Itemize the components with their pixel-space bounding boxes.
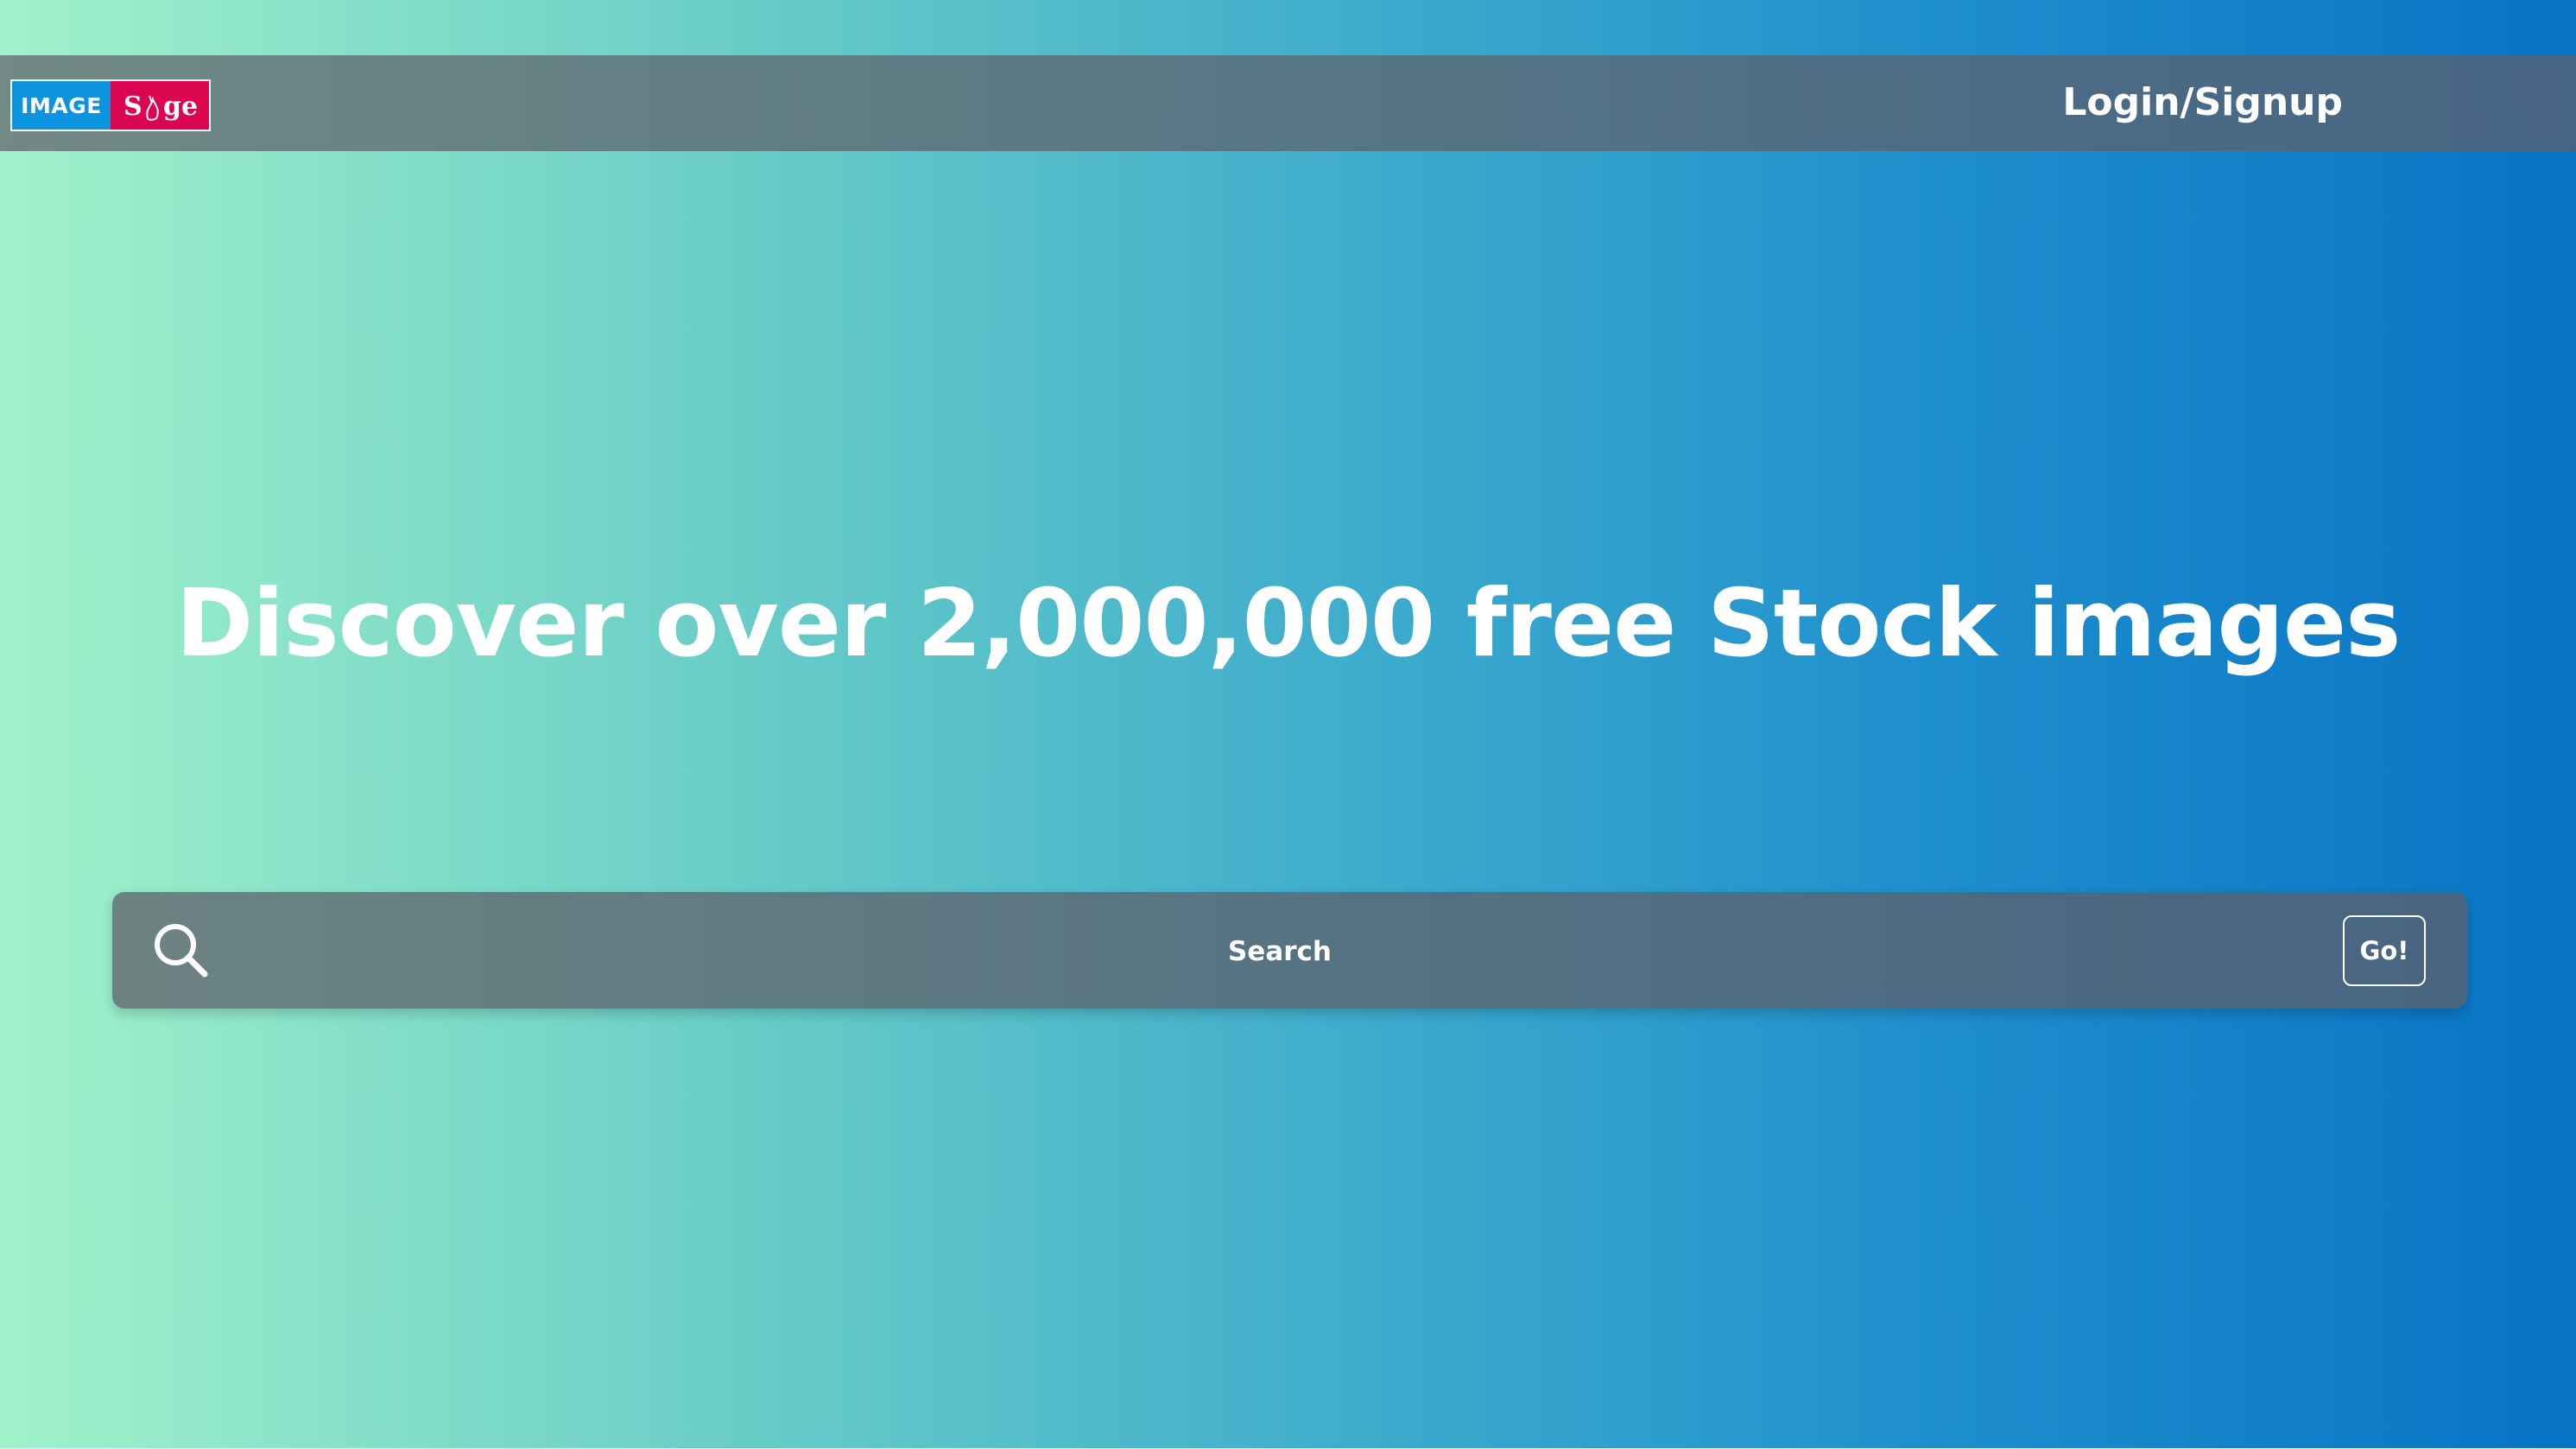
svg-text:S: S [123, 92, 142, 122]
logo-sage-mark: S ge [111, 81, 209, 130]
top-navbar: IMAGE S ge Login/Signup [0, 55, 2576, 151]
logo-sage-icon: S ge [123, 92, 198, 122]
search-icon[interactable] [152, 921, 209, 978]
logo-image-text: IMAGE [12, 81, 111, 130]
svg-text:ge: ge [163, 92, 198, 122]
login-signup-link[interactable]: Login/Signup [2062, 77, 2343, 129]
search-input[interactable] [242, 909, 2318, 993]
page-headline: Discover over 2,000,000 free Stock image… [175, 570, 2402, 678]
logo[interactable]: IMAGE S ge [10, 79, 211, 131]
go-button[interactable]: Go! [2343, 915, 2426, 986]
hero-section: IMAGE S ge Login/Signup Discover over 2,… [0, 0, 2576, 1448]
search-bar: Go! [112, 892, 2467, 1009]
